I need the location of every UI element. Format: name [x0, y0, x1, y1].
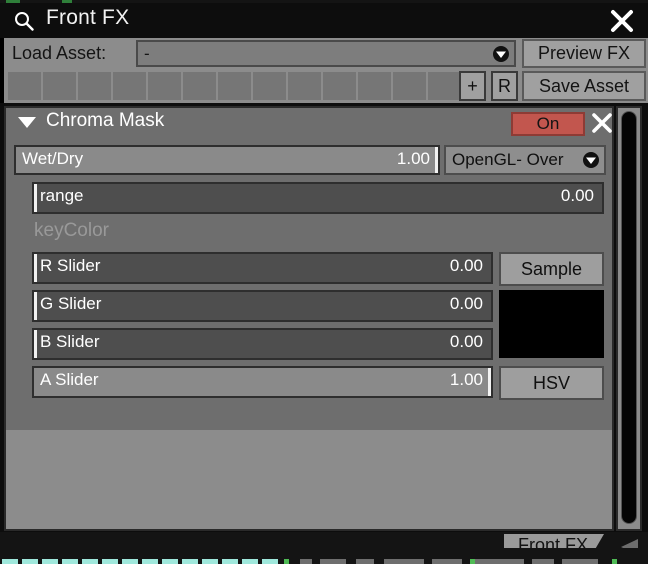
- sample-button[interactable]: Sample: [499, 252, 604, 286]
- desktop-artifact: [242, 559, 258, 564]
- load-asset-label: Load Asset:: [12, 43, 107, 63]
- load-asset-value: -: [144, 44, 150, 63]
- asset-slot[interactable]: [148, 72, 181, 100]
- b-slider-value: 0.00: [449, 332, 483, 351]
- key-color-label: keyColor: [34, 220, 109, 241]
- desktop-artifact: [22, 559, 38, 564]
- desktop-artifact: [562, 559, 598, 564]
- asset-slot-strip: [8, 72, 461, 100]
- load-asset-dropdown[interactable]: -: [136, 40, 516, 67]
- desktop-artifact: [222, 559, 238, 564]
- asset-slot[interactable]: [43, 72, 76, 100]
- asset-slot[interactable]: [218, 72, 251, 100]
- preview-fx-button[interactable]: Preview FX: [522, 39, 646, 68]
- page-title: Front FX: [46, 6, 130, 29]
- asset-slot[interactable]: [253, 72, 286, 100]
- key-color-swatch[interactable]: [499, 290, 604, 358]
- asset-slot[interactable]: [78, 72, 111, 100]
- desktop-artifact: [202, 559, 218, 564]
- asset-slot[interactable]: [8, 72, 41, 100]
- module-title: Chroma Mask: [46, 110, 165, 131]
- module-header: Chroma Mask On: [6, 108, 612, 142]
- search-icon[interactable]: [14, 11, 34, 31]
- front-fx-window: Front FX Load Asset: - Preview FX + R Sa…: [0, 3, 648, 560]
- desktop-artifact: [162, 559, 178, 564]
- module-enable-toggle[interactable]: On: [511, 112, 585, 136]
- g-slider[interactable]: G Slider 0.00: [32, 290, 493, 322]
- desktop-artifact: [122, 559, 138, 564]
- save-asset-button[interactable]: Save Asset: [522, 71, 646, 101]
- asset-slot[interactable]: [288, 72, 321, 100]
- desktop-artifact: [62, 559, 78, 564]
- desktop-artifact: [182, 559, 198, 564]
- fx-body: Chroma Mask On Wet/Dry 1.00 OpenGL- Over…: [0, 103, 648, 537]
- asset-slot[interactable]: [428, 72, 461, 100]
- desktop-artifact: [102, 559, 118, 564]
- desktop-artifact: [142, 559, 158, 564]
- g-slider-label: G Slider: [40, 294, 102, 313]
- wet-dry-slider[interactable]: Wet/Dry 1.00: [14, 145, 440, 175]
- desktop-artifact: [612, 559, 617, 564]
- asset-slot[interactable]: [393, 72, 426, 100]
- a-slider-label: A Slider: [40, 370, 99, 389]
- desktop-artifact: [262, 559, 278, 564]
- asset-toolbar: Load Asset: - Preview FX + R Save Asset: [0, 38, 648, 103]
- close-icon[interactable]: [590, 111, 612, 135]
- b-slider[interactable]: B Slider 0.00: [32, 328, 493, 360]
- wet-dry-label: Wet/Dry: [22, 149, 84, 168]
- range-value: 0.00: [560, 186, 594, 205]
- desktop-artifact: [2, 559, 18, 564]
- background-desktop-bottom-sliver: [0, 548, 648, 564]
- r-slider-value: 0.00: [449, 256, 483, 275]
- range-label: range: [40, 186, 84, 205]
- asset-slot[interactable]: [323, 72, 356, 100]
- desktop-artifact: [284, 559, 289, 564]
- hsv-button[interactable]: HSV: [499, 366, 604, 400]
- blend-mode-dropdown[interactable]: OpenGL- Over: [444, 145, 606, 175]
- chevron-down-icon: [582, 151, 600, 169]
- module-chroma-mask: Chroma Mask On Wet/Dry 1.00 OpenGL- Over…: [6, 108, 612, 430]
- asset-slot[interactable]: [183, 72, 216, 100]
- desktop-artifact: [300, 559, 312, 564]
- wet-dry-row: Wet/Dry 1.00 OpenGL- Over: [14, 145, 606, 175]
- r-slider[interactable]: R Slider 0.00: [32, 252, 493, 284]
- desktop-artifact: [384, 559, 424, 564]
- window-titlebar: Front FX: [0, 3, 648, 38]
- asset-toolbar-row-slots: + R Save Asset: [4, 70, 648, 103]
- chevron-down-icon: [492, 45, 510, 63]
- reset-slot-button[interactable]: R: [491, 71, 518, 101]
- fx-scrollbar-thumb[interactable]: [621, 111, 637, 524]
- add-slot-button[interactable]: +: [459, 71, 486, 101]
- close-icon[interactable]: [608, 7, 636, 35]
- r-slider-label: R Slider: [40, 256, 101, 275]
- triangle-down-icon[interactable]: [18, 117, 36, 128]
- wet-dry-value: 1.00: [396, 149, 430, 168]
- desktop-artifact: [82, 559, 98, 564]
- desktop-artifact: [432, 559, 462, 564]
- desktop-artifact: [532, 559, 554, 564]
- asset-slot[interactable]: [358, 72, 391, 100]
- a-slider[interactable]: A Slider 1.00: [32, 366, 493, 398]
- asset-slot[interactable]: [113, 72, 146, 100]
- fx-scrollbar[interactable]: [616, 106, 642, 531]
- desktop-artifact: [470, 559, 475, 564]
- fx-scroll-area: Chroma Mask On Wet/Dry 1.00 OpenGL- Over…: [4, 106, 614, 531]
- desktop-artifact: [320, 559, 346, 564]
- range-slider[interactable]: range 0.00: [32, 182, 604, 214]
- asset-toolbar-row-load: Load Asset: - Preview FX: [4, 38, 648, 70]
- desktop-artifact: [42, 559, 58, 564]
- g-slider-value: 0.00: [449, 294, 483, 313]
- a-slider-value: 1.00: [449, 370, 483, 389]
- desktop-artifact: [356, 559, 374, 564]
- b-slider-label: B Slider: [40, 332, 100, 351]
- desktop-artifact: [470, 559, 524, 564]
- blend-mode-value: OpenGL- Over: [452, 150, 564, 169]
